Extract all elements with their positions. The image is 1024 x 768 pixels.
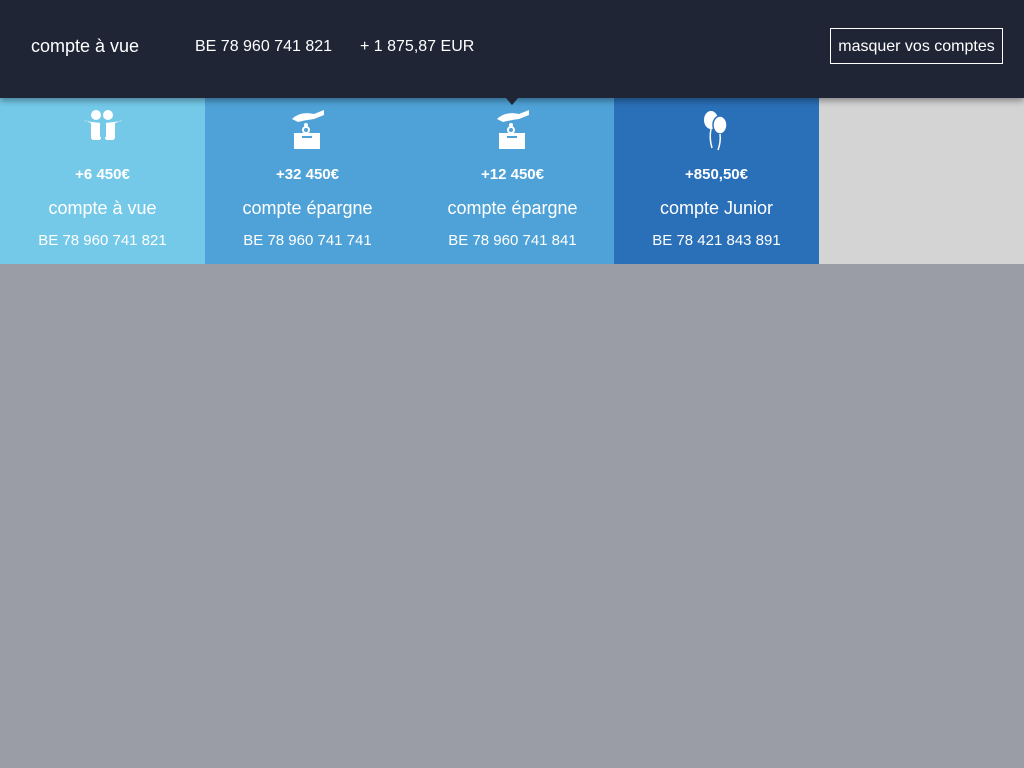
- account-card-checking[interactable]: +6 450€ compte à vue BE 78 960 741 821: [0, 98, 205, 264]
- account-amount: +32 450€: [276, 166, 339, 183]
- account-card-junior[interactable]: +850,50€ compte Junior BE 78 421 843 891: [614, 98, 819, 264]
- account-name: compte Junior: [659, 198, 774, 218]
- account-amount: +12 450€: [481, 166, 544, 183]
- account-iban: BE 78 960 741 741: [243, 232, 372, 249]
- savings-box-icon: [496, 110, 529, 149]
- account-card-savings-2[interactable]: +12 450€ compte épargne BE 78 960 741 84…: [410, 98, 615, 264]
- account-iban: BE 78 421 843 891: [652, 232, 781, 249]
- account-name: compte épargne: [447, 198, 578, 218]
- account-iban: BE 78 960 741 821: [38, 232, 167, 249]
- current-account-iban: BE 78 960 741 821: [195, 38, 333, 55]
- accounts-panel: +6 450€ compte à vue BE 78 960 741 821 +…: [0, 98, 1024, 264]
- savings-box-icon: [291, 110, 324, 149]
- selected-account-caret: [506, 98, 518, 105]
- account-name: compte à vue: [48, 198, 157, 218]
- account-iban: BE 78 960 741 841: [448, 232, 577, 249]
- account-card-savings-1[interactable]: +32 450€ compte épargne BE 78 960 741 74…: [205, 98, 410, 264]
- account-amount: +6 450€: [75, 166, 130, 183]
- account-amount: +850,50€: [685, 166, 748, 183]
- current-account-balance: + 1 875,87 EUR: [360, 38, 475, 55]
- account-name: compte épargne: [242, 198, 373, 218]
- two-people-icon: [83, 110, 122, 140]
- account-header: compte à vue BE 78 960 741 821 + 1 875,8…: [0, 0, 1024, 98]
- current-account-title: compte à vue: [31, 36, 140, 56]
- balloons-icon: [703, 111, 728, 151]
- hide-accounts-button[interactable]: masquer vos comptes: [830, 28, 1003, 64]
